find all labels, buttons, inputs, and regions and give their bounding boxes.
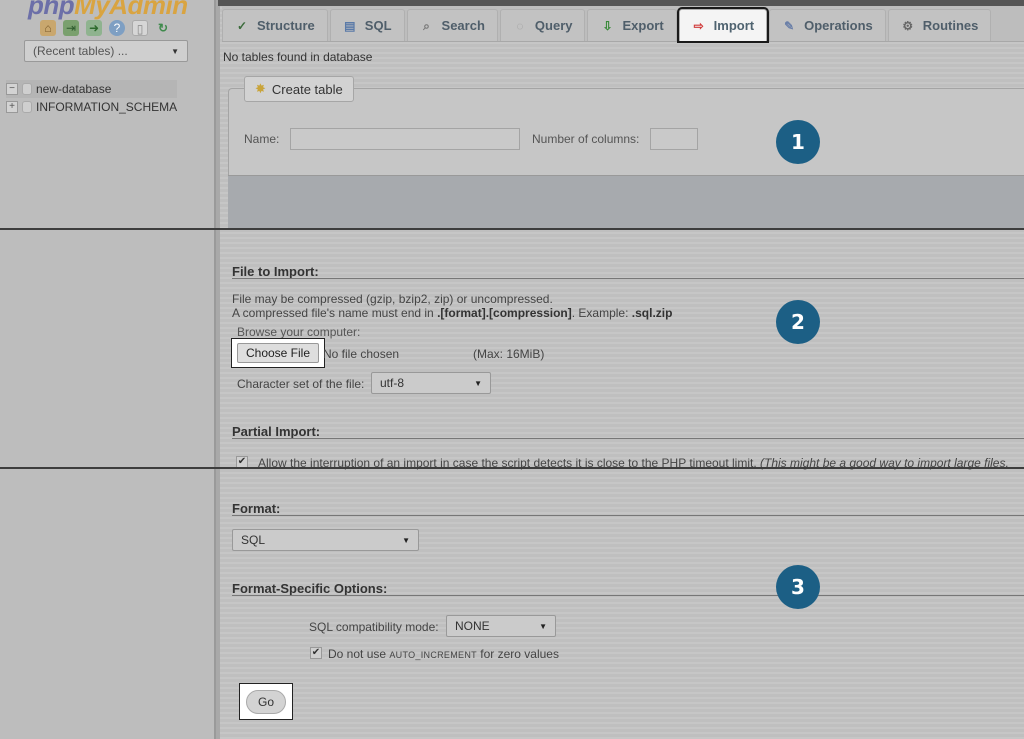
tab-label: Export: [622, 18, 664, 33]
create-table-footer: [228, 175, 1024, 228]
tab-structure[interactable]: ✓ Structure: [222, 9, 328, 41]
tab-import[interactable]: ⇨ Import: [676, 7, 770, 43]
tab-label: Operations: [804, 18, 873, 33]
max-upload-size: (Max: 16MiB): [473, 347, 545, 361]
sql-icon: ▤: [344, 18, 356, 33]
autoinc-text: Do not use: [328, 647, 390, 661]
sql-compatibility-select[interactable]: NONE ▼: [446, 615, 556, 637]
tab-operations[interactable]: ✎ Operations: [769, 9, 886, 41]
number-of-columns-label: Number of columns:: [532, 132, 640, 146]
create-table-icon: ✸: [255, 81, 266, 96]
format-value: SQL: [241, 533, 266, 547]
tab-label: Import: [713, 18, 755, 33]
create-table-button[interactable]: ✸ Create table: [244, 76, 354, 102]
tab-routines[interactable]: ⚙ Routines: [887, 9, 992, 41]
database-item[interactable]: + INFORMATION_SCHEMA: [6, 98, 177, 116]
go-button[interactable]: Go: [246, 690, 286, 714]
database-icon: [22, 101, 32, 113]
heading-underline: [232, 438, 1024, 439]
database-tree: − new-database + INFORMATION_SCHEMA: [6, 80, 178, 116]
heading-underline: [232, 515, 1024, 516]
no-file-chosen-text: No file chosen: [323, 347, 400, 361]
structure-icon: ✓: [236, 18, 248, 33]
sql-compatibility-label: SQL compatibility mode:: [309, 620, 439, 634]
tab-search[interactable]: ⌕ Search: [406, 9, 498, 41]
tab-sql[interactable]: ▤ SQL: [329, 9, 405, 41]
create-table-label: Create table: [271, 81, 343, 97]
collapse-icon[interactable]: −: [6, 83, 18, 95]
chevron-down-icon: ▼: [539, 621, 547, 631]
search-icon: ⌕: [423, 18, 430, 33]
info-format: .[format].[compression]: [437, 306, 572, 320]
info-text: . Example:: [571, 306, 632, 320]
table-name-label: Name:: [244, 132, 280, 146]
no-auto-increment-checkbox[interactable]: ✔: [310, 647, 322, 659]
routines-icon: ⚙: [902, 18, 914, 33]
tab-label: Routines: [922, 18, 979, 33]
heading-underline: [232, 278, 1024, 279]
charset-select[interactable]: utf-8 ▼: [371, 372, 491, 394]
database-item[interactable]: − new-database: [6, 80, 178, 98]
tab-label: Search: [441, 18, 485, 33]
compression-filename-info: A compressed file's name must end in .[f…: [232, 307, 672, 320]
export-icon: ⇩: [602, 18, 613, 33]
step-badge-1: 1: [776, 120, 820, 164]
logout-icon[interactable]: ⇥: [63, 20, 79, 36]
autoinc-keyword: AUTO_INCREMENT: [389, 650, 477, 660]
operations-icon: ✎: [784, 18, 795, 33]
logo-php-text: php: [28, 0, 75, 20]
sidebar-icon-row: ⌂ ⇥ ➜ ? ▯ ↻: [40, 20, 171, 36]
step-badge-3: 3: [776, 565, 820, 609]
chevron-down-icon: ▼: [474, 378, 482, 388]
chevron-down-icon: ▼: [171, 46, 179, 56]
database-icon: [22, 83, 32, 95]
no-tables-message: No tables found in database: [223, 50, 373, 64]
database-name[interactable]: INFORMATION_SCHEMA: [36, 100, 177, 114]
format-select[interactable]: SQL ▼: [232, 529, 419, 551]
info-text: A compressed file's name must end in: [232, 306, 438, 320]
no-auto-increment-label[interactable]: Do not use AUTO_INCREMENT for zero value…: [328, 647, 559, 661]
tab-label: Query: [534, 18, 573, 33]
tab-label: Structure: [257, 18, 315, 33]
tab-query[interactable]: ◌ Query: [499, 9, 586, 41]
tab-export[interactable]: ⇩ Export: [587, 9, 677, 41]
section-divider: [0, 228, 1024, 230]
reload-icon[interactable]: ↻: [155, 20, 171, 36]
tab-label: SQL: [364, 18, 392, 33]
file-to-import-heading: File to Import:: [232, 264, 319, 279]
autoinc-text: for zero values: [476, 647, 559, 661]
format-heading: Format:: [232, 501, 281, 516]
help-icon[interactable]: ?: [109, 20, 125, 36]
recent-tables-value: (Recent tables) ...: [33, 44, 128, 58]
browse-computer-label: Browse your computer:: [237, 325, 361, 339]
info-example: .sql.zip: [631, 306, 673, 320]
partial-import-heading: Partial Import:: [232, 424, 321, 439]
choose-file-button[interactable]: Choose File: [237, 343, 319, 363]
step-badge-2: 2: [776, 300, 820, 344]
logo-myadmin-text: MyAdmin: [74, 0, 188, 20]
heading-underline: [232, 595, 1024, 596]
import-icon: ⇨: [693, 18, 704, 33]
charset-label: Character set of the file:: [237, 377, 365, 391]
recent-tables-select[interactable]: (Recent tables) ... ▼: [24, 40, 188, 62]
sql-compatibility-value: NONE: [455, 619, 490, 633]
format-options-heading: Format-Specific Options:: [232, 581, 388, 596]
sql-query-icon[interactable]: ➜: [86, 20, 102, 36]
expand-icon[interactable]: +: [6, 101, 18, 113]
chevron-down-icon: ▼: [402, 535, 410, 545]
navigation-sidebar: phpMyAdmin ⌂ ⇥ ➜ ? ▯ ↻ (Recent tables) .…: [0, 0, 220, 739]
home-icon[interactable]: ⌂: [40, 20, 56, 36]
docs-icon[interactable]: ▯: [132, 20, 148, 36]
table-name-input[interactable]: [290, 128, 520, 150]
charset-value: utf-8: [380, 376, 405, 390]
database-name[interactable]: new-database: [36, 82, 111, 96]
number-of-columns-input[interactable]: [650, 128, 698, 150]
compression-info: File may be compressed (gzip, bzip2, zip…: [232, 292, 553, 306]
section-divider: [0, 467, 1024, 469]
main-tabs: ✓ Structure ▤ SQL ⌕ Search ◌ Query ⇩ Exp…: [222, 6, 1024, 43]
query-icon: ◌: [516, 18, 524, 33]
phpmyadmin-logo[interactable]: phpMyAdmin: [28, 0, 188, 21]
